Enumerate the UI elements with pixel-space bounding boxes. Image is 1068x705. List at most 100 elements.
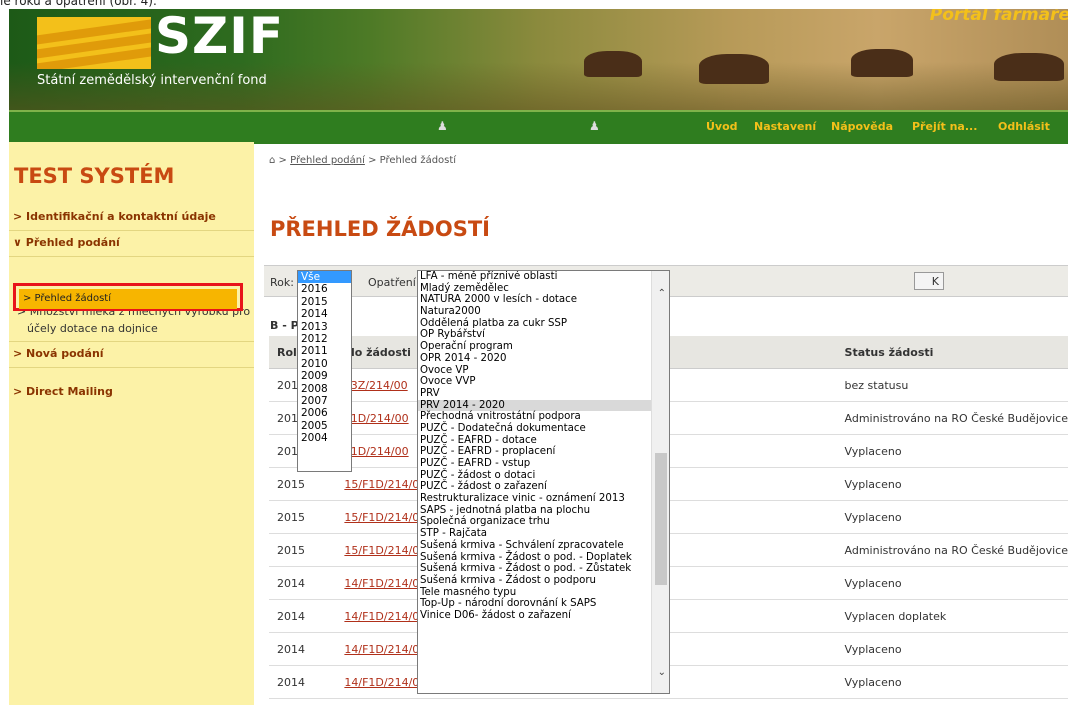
sidebar-item-direct-mailing[interactable]: > Direct Mailing [9,380,254,405]
year-option[interactable]: 2007 [298,395,351,407]
request-number-link[interactable]: 14/F1D/214/02 [344,643,426,656]
year-option[interactable]: 2009 [298,370,351,382]
cell-status: Vyplaceno [836,467,1068,501]
scrollbar-thumb[interactable] [655,453,667,585]
request-number-link[interactable]: F1D/214/00 [344,445,408,458]
opatreni-option[interactable]: PUZČ - EAFRD - vstup [418,458,669,470]
breadcrumb-current: > Přehled žádostí [368,155,457,166]
opatreni-option[interactable]: Sušená krmiva - Žádost o pod. - Doplatek [418,552,669,564]
cell-rok: 2015 [269,500,337,534]
opatreni-option[interactable]: OPR 2014 - 2020 [418,353,669,365]
year-option[interactable]: 2005 [298,420,351,432]
opatreni-option[interactable]: SAPS - jednotná platba na plochu [418,505,669,517]
home-icon[interactable]: ⌂ [269,155,275,166]
year-option[interactable]: 2014 [298,308,351,320]
logo-subtitle: Státní zemědělský intervenční fond [37,73,267,88]
breadcrumb: ⌂ > Přehled podání > Přehled žádostí [269,155,456,166]
user-icon[interactable]: ♟ [589,119,600,133]
opatreni-label: Opatření: [368,276,420,289]
opatreni-option[interactable]: Vinice D06- žádost o zařazení [418,610,669,622]
cell-rok: 2014 [269,632,337,666]
year-option[interactable]: 2008 [298,383,351,395]
sidebar-item-identifikace[interactable]: > Identifikační a kontaktní údaje [9,205,254,231]
opatreni-option[interactable]: Top-Up - národní dorovnání k SAPS [418,598,669,610]
header-banner: SZIF Státní zemědělský intervenční fond … [9,9,1068,110]
opatreni-option[interactable]: Restrukturalizace vinic - oznámení 2013 [418,493,669,505]
opatreni-option[interactable]: LFA - méně příznivé oblasti [418,271,669,283]
menu-uvod[interactable]: Úvod [706,120,738,133]
sidebar-item-prehled-zadosti[interactable]: > Přehled žádostí [13,283,243,311]
sidebar-item-label: > Identifikační a kontaktní údaje [13,210,216,223]
year-option[interactable]: 2013 [298,321,351,333]
request-number-link[interactable]: 15/F1D/214/00 [344,544,426,557]
request-number-link[interactable]: 14/F1D/214/02 [344,610,426,623]
request-number-link[interactable]: 15/F1D/214/00 [344,478,426,491]
cell-rok: 2015 [269,533,337,567]
cell-status: Vyplaceno [836,632,1068,666]
scrollbar[interactable]: ⌃ ⌄ [651,271,669,693]
year-option[interactable]: 2004 [298,432,351,444]
year-option[interactable]: 2011 [298,345,351,357]
active-item-background: > Přehled žádostí [19,289,237,309]
scroll-up-icon[interactable]: ⌃ [658,288,666,299]
year-option[interactable]: 2016 [298,283,351,295]
cell-status: Vyplaceno [836,434,1068,468]
top-menu-bar: ♟ ♟ Úvod Nastavení Nápověda Přejít na...… [9,110,1068,144]
opatreni-option[interactable]: Ovoce VVP [418,376,669,388]
sidebar-item-label: účely dotace na dojnice [27,322,158,335]
sidebar-item-label: > Direct Mailing [13,385,113,398]
year-option[interactable]: 2010 [298,358,351,370]
opatreni-option[interactable]: PUZČ - žádost o zařazení [418,481,669,493]
year-option[interactable]: Vše [298,271,351,284]
year-option[interactable]: 2015 [298,296,351,308]
year-option[interactable]: 2012 [298,333,351,345]
opatreni-option[interactable]: Sušená krmiva - Žádost o podporu [418,575,669,587]
opatreni-option[interactable]: Oddělená platba za cukr SSP [418,318,669,330]
scroll-down-icon[interactable]: ⌄ [658,667,666,678]
opatreni-option[interactable]: PUZČ - EAFRD - dotace [418,435,669,447]
opatreni-option[interactable]: PRV [418,388,669,400]
opatreni-option[interactable]: Mladý zemědělec [418,283,669,295]
opatreni-option[interactable]: Sušená krmiva - Žádost o pod. - Zůstatek [418,563,669,575]
sidebar-item-prehled-podani[interactable]: ∨ Přehled podání [9,231,254,257]
cow-image [994,53,1064,81]
opatreni-option[interactable]: STP - Rajčata [418,528,669,540]
user-icon[interactable]: ♟ [437,119,448,133]
opatreni-dropdown-list[interactable]: LFA - méně příznivé oblasti Mladý zeměděl… [417,270,670,694]
opatreni-option[interactable]: PUZČ - EAFRD - proplacení [418,446,669,458]
opatreni-option[interactable]: Společná organizace trhu [418,516,669,528]
szif-logo-text: SZIF [155,9,285,65]
opatreni-option[interactable]: Operační program [418,341,669,353]
menu-napoveda[interactable]: Nápověda [831,120,893,133]
filter-button[interactable]: K [914,272,944,290]
opatreni-option[interactable]: Natura2000 [418,306,669,318]
cell-status: Vyplaceno [836,566,1068,600]
opatreni-option[interactable]: Tele masného typu [418,587,669,599]
opatreni-option[interactable]: PUZČ - Dodatečná dokumentace [418,423,669,435]
opatreni-option[interactable]: Sušená krmiva - Schválení zpracovatele [418,540,669,552]
sidebar-item-nova-podani[interactable]: > Nová podání [9,342,254,368]
menu-nastaveni[interactable]: Nastavení [754,120,816,133]
year-dropdown-list[interactable]: Vše 2016 2015 2014 2013 2012 2011 2010 2009 2008 2… [297,270,352,472]
opatreni-option[interactable]: Ovoce VP [418,365,669,377]
year-option[interactable]: 2006 [298,407,351,419]
rok-label: Rok: [270,276,294,289]
sidebar-item-label: > Nová podání [13,347,104,360]
request-number-link[interactable]: F3Z/214/00 [344,379,407,392]
breadcrumb-link[interactable]: Přehled podání [290,155,365,166]
menu-prejit-na[interactable]: Přejít na... [912,120,977,133]
document-top-strip: le roku a opatření (obr. 4). [0,0,1068,9]
opatreni-option[interactable]: Přechodná vnitrostátní podpora [418,411,669,423]
menu-odhlasit[interactable]: Odhlásit [998,120,1050,133]
opatreni-option[interactable]: PRV 2014 - 2020 [418,399,669,412]
cell-rok: 2014 [269,566,337,600]
cell-rok: 2014 [269,665,337,699]
opatreni-option[interactable]: OP Rybářství [418,329,669,341]
opatreni-option[interactable]: NATURA 2000 v lesích - dotace [418,294,669,306]
opatreni-option[interactable]: PUZČ - žádost o dotaci [418,470,669,482]
request-number-link[interactable]: 14/F1D/214/02 [344,577,426,590]
request-number-link[interactable]: 15/F1D/214/00 [344,511,426,524]
request-number-link[interactable]: F1D/214/00 [344,412,408,425]
cell-rok: 2015 [269,467,337,501]
cell-rok: 2014 [269,599,337,633]
